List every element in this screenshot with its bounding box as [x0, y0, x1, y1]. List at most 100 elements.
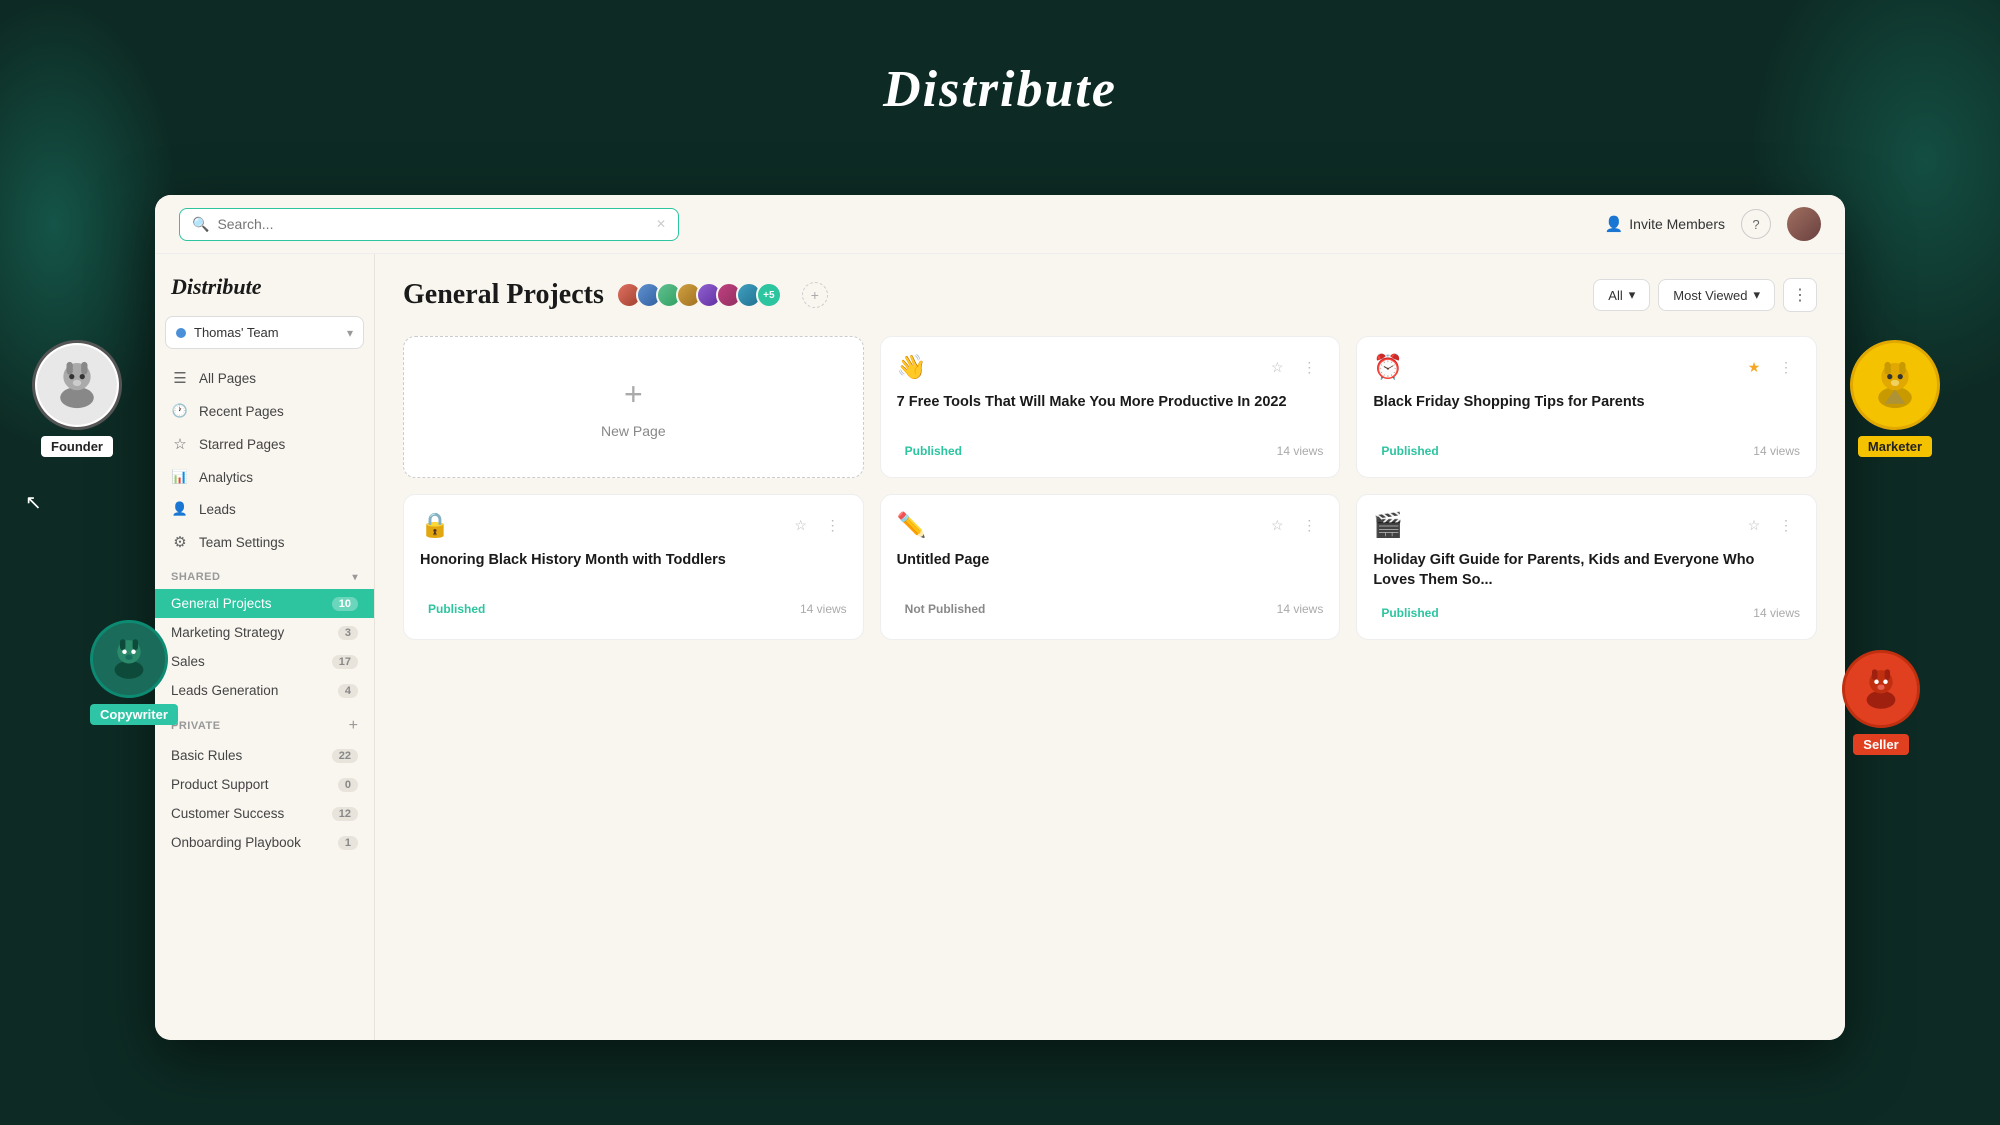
card-footer: Published 14 views: [1373, 603, 1800, 623]
member-count-badge: +5: [756, 282, 782, 308]
team-selector[interactable]: Thomas' Team ▾: [165, 316, 364, 349]
sidebar-item-leads[interactable]: 👤 Leads: [155, 493, 374, 525]
search-input[interactable]: [217, 216, 648, 232]
basic-rules-label: Basic Rules: [171, 748, 332, 763]
search-clear-icon[interactable]: ✕: [656, 217, 666, 231]
card-emoji: 👋: [897, 353, 927, 382]
private-section-header: PRIVATE +: [155, 705, 374, 741]
leads-generation-count: 4: [338, 684, 358, 698]
new-page-card[interactable]: + New Page: [403, 336, 864, 478]
sidebar-item-analytics[interactable]: 📊 Analytics: [155, 461, 374, 493]
card-title: 7 Free Tools That Will Make You More Pro…: [897, 392, 1324, 429]
founder-badge: Founder: [32, 340, 122, 457]
sort-filter[interactable]: Most Viewed ▾: [1658, 279, 1775, 311]
star-button[interactable]: ★: [1740, 353, 1768, 381]
page-card-untitled[interactable]: ✏️ ☆ ⋮ Untitled Page Not Published 14 vi…: [880, 494, 1341, 640]
card-actions: ★ ⋮: [1740, 353, 1800, 381]
app-title: Distribute: [883, 60, 1117, 119]
page-card-black-friday[interactable]: ⏰ ★ ⋮ Black Friday Shopping Tips for Par…: [1356, 336, 1817, 478]
more-button[interactable]: ⋮: [1295, 511, 1323, 539]
card-top-row: ✏️ ☆ ⋮: [897, 511, 1324, 540]
more-options-icon: ⋮: [1792, 285, 1808, 305]
card-footer: Published 14 views: [1373, 441, 1800, 461]
sidebar-item-team-settings[interactable]: ⚙ Team Settings: [155, 525, 374, 559]
team-settings-label: Team Settings: [199, 535, 285, 550]
card-actions: ☆ ⋮: [1263, 511, 1323, 539]
more-button[interactable]: ⋮: [1295, 353, 1323, 381]
sidebar-project-product-support[interactable]: Product Support 0: [155, 770, 374, 799]
sidebar-project-customer-success[interactable]: Customer Success 12: [155, 799, 374, 828]
all-pages-label: All Pages: [199, 371, 256, 386]
type-filter[interactable]: All ▾: [1593, 279, 1650, 311]
user-avatar[interactable]: [1787, 207, 1821, 241]
product-support-count: 0: [338, 778, 358, 792]
sort-filter-chevron-icon: ▾: [1753, 287, 1760, 303]
star-button[interactable]: ☆: [787, 511, 815, 539]
star-button[interactable]: ☆: [1740, 511, 1768, 539]
card-top-row: ⏰ ★ ⋮: [1373, 353, 1800, 382]
shared-section-header: SHARED ▾: [155, 559, 374, 589]
leads-generation-label: Leads Generation: [171, 683, 338, 698]
status-badge: Published: [897, 441, 970, 461]
page-card-holiday-gift[interactable]: 🎬 ☆ ⋮ Holiday Gift Guide for Parents, Ki…: [1356, 494, 1817, 640]
card-footer: Published 14 views: [420, 599, 847, 619]
leads-label: Leads: [199, 502, 236, 517]
seller-badge: Seller: [1842, 650, 1920, 755]
more-options-button[interactable]: ⋮: [1783, 278, 1817, 312]
card-top-row: 🎬 ☆ ⋮: [1373, 511, 1800, 540]
marketing-strategy-label: Marketing Strategy: [171, 625, 338, 640]
product-support-label: Product Support: [171, 777, 338, 792]
analytics-label: Analytics: [199, 470, 253, 485]
sort-filter-label: Most Viewed: [1673, 288, 1747, 303]
team-chevron-icon: ▾: [347, 326, 353, 340]
filter-area: All ▾ Most Viewed ▾ ⋮: [1593, 278, 1817, 312]
card-title: Honoring Black History Month with Toddle…: [420, 550, 847, 587]
more-button[interactable]: ⋮: [1772, 353, 1800, 381]
founder-avatar: [32, 340, 122, 430]
recent-pages-label: Recent Pages: [199, 404, 284, 419]
card-title: Untitled Page: [897, 550, 1324, 587]
add-member-button[interactable]: +: [802, 282, 828, 308]
more-button[interactable]: ⋮: [1772, 511, 1800, 539]
card-title: Holiday Gift Guide for Parents, Kids and…: [1373, 550, 1800, 591]
content-area: General Projects +5 + All ▾: [375, 254, 1845, 1040]
views-text: 14 views: [1277, 444, 1324, 458]
sidebar-project-basic-rules[interactable]: Basic Rules 22: [155, 741, 374, 770]
recent-pages-icon: 🕐: [171, 403, 189, 419]
sales-count: 17: [332, 655, 358, 669]
shared-collapse-icon[interactable]: ▾: [352, 572, 358, 583]
sidebar-item-all-pages[interactable]: ☰ All Pages: [155, 361, 374, 395]
sidebar-project-general-projects[interactable]: General Projects 10: [155, 589, 374, 618]
sidebar-project-onboarding-playbook[interactable]: Onboarding Playbook 1: [155, 828, 374, 857]
private-section-label: PRIVATE: [171, 720, 221, 732]
card-emoji: 🎬: [1373, 511, 1403, 540]
help-button[interactable]: ?: [1741, 209, 1771, 239]
search-bar[interactable]: 🔍 ✕: [179, 208, 679, 241]
sidebar-project-marketing-strategy[interactable]: Marketing Strategy 3: [155, 618, 374, 647]
private-add-button[interactable]: +: [349, 717, 358, 735]
copywriter-badge: Copywriter: [90, 620, 178, 725]
card-actions: ☆ ⋮: [787, 511, 847, 539]
views-text: 14 views: [1277, 602, 1324, 616]
more-button[interactable]: ⋮: [819, 511, 847, 539]
status-badge: Not Published: [897, 599, 994, 619]
customer-success-count: 12: [332, 807, 358, 821]
general-projects-label: General Projects: [171, 596, 332, 611]
page-card-black-history[interactable]: 🔒 ☆ ⋮ Honoring Black History Month with …: [403, 494, 864, 640]
founder-label: Founder: [41, 436, 113, 457]
card-footer: Not Published 14 views: [897, 599, 1324, 619]
star-button[interactable]: ☆: [1263, 353, 1291, 381]
sidebar-project-leads-generation[interactable]: Leads Generation 4: [155, 676, 374, 705]
sidebar-item-recent-pages[interactable]: 🕐 Recent Pages: [155, 395, 374, 427]
sidebar-project-sales[interactable]: Sales 17: [155, 647, 374, 676]
onboarding-playbook-count: 1: [338, 836, 358, 850]
status-badge: Published: [420, 599, 493, 619]
invite-members-button[interactable]: 👤 Invite Members: [1605, 215, 1725, 233]
marketer-label: Marketer: [1858, 436, 1932, 457]
general-projects-count: 10: [332, 597, 358, 611]
page-card-free-tools[interactable]: 👋 ☆ ⋮ 7 Free Tools That Will Make You Mo…: [880, 336, 1341, 478]
views-text: 14 views: [1753, 606, 1800, 620]
sidebar-item-starred-pages[interactable]: ☆ Starred Pages: [155, 427, 374, 461]
status-badge: Published: [1373, 603, 1446, 623]
star-button[interactable]: ☆: [1263, 511, 1291, 539]
